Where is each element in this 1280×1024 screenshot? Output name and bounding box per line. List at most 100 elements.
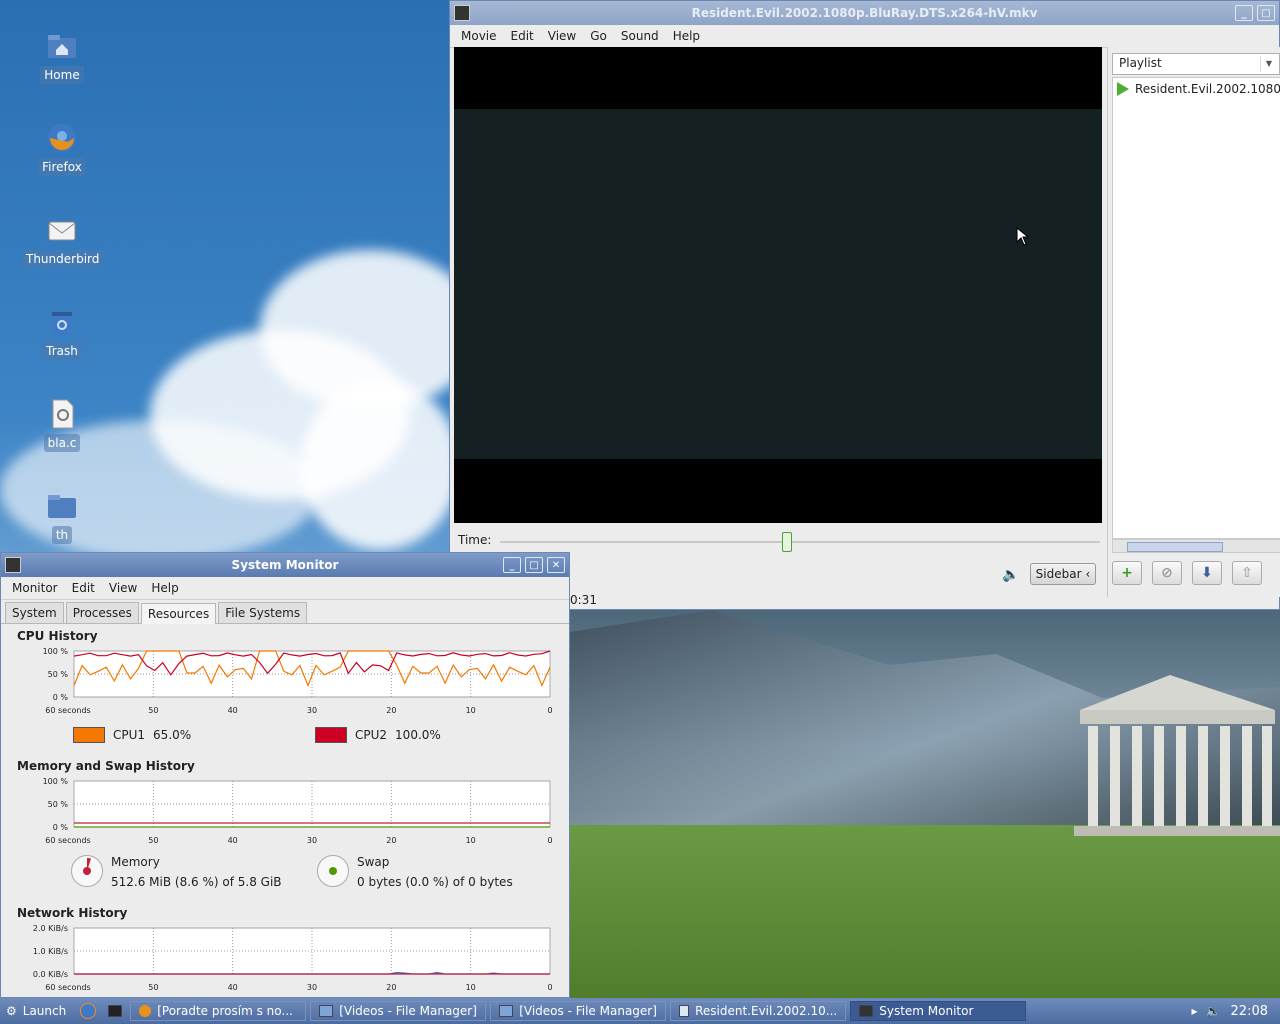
network-history-graph: 2.0 KiB/s 1.0 KiB/s 0.0 KiB/s 60 seconds 50 4… xyxy=(17,924,554,996)
menu-movie[interactable]: Movie xyxy=(454,29,504,43)
tab-system[interactable]: System xyxy=(5,602,64,623)
y-tick-label: 50 % xyxy=(48,670,69,679)
sidebar-select-value: Playlist xyxy=(1119,56,1162,70)
menu-go[interactable]: Go xyxy=(583,29,614,43)
cpu1-color-swatch[interactable] xyxy=(73,727,105,743)
y-tick-label: 0 % xyxy=(53,693,69,702)
temple-illustration xyxy=(1074,675,1280,836)
desktop-icon-trash[interactable]: Trash xyxy=(22,306,102,360)
launch-button[interactable]: ⚙ Launch xyxy=(0,1001,72,1021)
memory-history-title: Memory and Swap History xyxy=(17,759,195,773)
x-tick-label: 0 xyxy=(547,983,552,992)
add-icon[interactable]: + xyxy=(1112,561,1142,585)
remove-icon[interactable]: ⊘ xyxy=(1152,561,1182,585)
x-tick-label: 0 xyxy=(547,836,552,845)
desktop-icon-label: bla.c xyxy=(43,434,81,452)
swap-gauge-icon[interactable] xyxy=(317,855,349,887)
desktop-icon-thunderbird[interactable]: Thunderbird xyxy=(22,214,104,268)
maximize-button[interactable]: □ xyxy=(525,557,543,573)
minimize-button[interactable]: _ xyxy=(503,557,521,573)
cpu-history-title: CPU History xyxy=(17,629,98,643)
x-tick-label: 30 xyxy=(307,983,317,992)
memory-gauge-icon[interactable] xyxy=(71,855,103,887)
thunderbird-icon xyxy=(46,214,78,246)
firefox-icon xyxy=(80,1003,97,1019)
trash-icon xyxy=(46,306,78,338)
terminal-icon xyxy=(108,1005,123,1017)
desktop-icon-home[interactable]: Home xyxy=(22,30,102,84)
tab-resources[interactable]: Resources xyxy=(140,603,217,624)
cpu1-legend: CPU1 65.0% xyxy=(73,727,191,743)
quicklaunch-terminal[interactable] xyxy=(104,1001,126,1021)
desktop-icon-bla-c[interactable]: bla.c xyxy=(22,398,102,452)
playlist-sidebar: Playlist ▼ Resident.Evil.2002.1080p. + ⊘… xyxy=(1107,47,1280,597)
desktop-icon-th[interactable]: th xyxy=(22,490,102,544)
x-tick-label: 40 xyxy=(228,706,238,715)
desktop-icon-label: Firefox xyxy=(38,158,86,176)
sysmon-tabs: System Processes Resources File Systems xyxy=(1,600,569,624)
tab-processes[interactable]: Processes xyxy=(65,602,139,623)
taskbar-item[interactable]: [Poradte prosím s no... xyxy=(130,1001,307,1021)
folder-icon xyxy=(499,1005,514,1017)
menu-sound[interactable]: Sound xyxy=(614,29,666,43)
menu-help[interactable]: Help xyxy=(144,581,185,595)
video-area[interactable] xyxy=(454,47,1102,523)
playlist-scrollbar[interactable] xyxy=(1112,539,1280,553)
seek-handle[interactable] xyxy=(782,532,792,552)
sysmon-titlebar[interactable]: System Monitor _ □ ✕ xyxy=(1,553,569,577)
close-button[interactable]: ✕ xyxy=(547,557,565,573)
menu-monitor[interactable]: Monitor xyxy=(5,581,65,595)
cpu2-color-swatch[interactable] xyxy=(315,727,347,743)
x-tick-label: 30 xyxy=(307,706,317,715)
x-tick-label: 20 xyxy=(386,983,396,992)
save-icon[interactable]: ⬇ xyxy=(1192,561,1222,585)
seek-bar[interactable] xyxy=(500,541,1100,543)
menu-view[interactable]: View xyxy=(102,581,144,595)
player-titlebar[interactable]: Resident.Evil.2002.1080p.BluRay.DTS.x264… xyxy=(450,1,1279,25)
playlist-item[interactable]: Resident.Evil.2002.1080p. xyxy=(1113,78,1280,100)
desktop-icon-label: Home xyxy=(40,66,84,84)
quicklaunch-firefox[interactable] xyxy=(76,1001,100,1021)
scrollbar-thumb[interactable] xyxy=(1127,542,1223,552)
taskbar-item[interactable]: [Videos - File Manager] xyxy=(490,1001,667,1021)
sidebar-select[interactable]: Playlist ▼ xyxy=(1112,53,1280,75)
video-frame xyxy=(454,109,1102,459)
taskbar-item-label: [Videos - File Manager] xyxy=(519,1004,657,1018)
source-file-icon xyxy=(46,398,78,430)
playlist-item-label: Resident.Evil.2002.1080p. xyxy=(1135,82,1280,96)
sysmon-window-title: System Monitor xyxy=(231,558,339,572)
x-tick-label: 60 seconds xyxy=(45,706,90,715)
taskbar-item[interactable]: [Videos - File Manager] xyxy=(310,1001,487,1021)
maximize-button[interactable]: □ xyxy=(1257,5,1275,21)
minimize-button[interactable]: _ xyxy=(1235,5,1253,21)
y-tick-label: 2.0 KiB/s xyxy=(33,924,68,933)
menu-edit[interactable]: Edit xyxy=(504,29,541,43)
sysmon-app-icon xyxy=(5,557,21,573)
taskbar-item[interactable]: Resident.Evil.2002.10... xyxy=(670,1001,847,1021)
home-folder-icon xyxy=(46,30,78,62)
menu-help[interactable]: Help xyxy=(666,29,707,43)
sidebar-toggle-button[interactable]: Sidebar ‹ xyxy=(1030,563,1096,585)
taskbar-item-label: [Videos - File Manager] xyxy=(339,1004,477,1018)
memory-value: 512.6 MiB (8.6 %) of 5.8 GiB xyxy=(111,875,282,889)
x-tick-label: 40 xyxy=(228,983,238,992)
y-tick-label: 100 % xyxy=(43,647,69,656)
volume-icon[interactable]: 🔈 xyxy=(1002,567,1019,583)
move-up-icon[interactable]: ⇧ xyxy=(1232,561,1262,585)
volume-icon[interactable]: 🔈 xyxy=(1206,1004,1221,1018)
menu-view[interactable]: View xyxy=(541,29,583,43)
player-app-icon xyxy=(454,5,470,21)
sysmon-menubar: Monitor Edit View Help xyxy=(1,577,569,600)
x-tick-label: 10 xyxy=(466,836,476,845)
tab-file-systems[interactable]: File Systems xyxy=(218,602,308,623)
taskbar-item-label: [Poradte prosím s no... xyxy=(157,1004,293,1018)
firefox-icon xyxy=(46,122,78,154)
tray-arrow-icon[interactable]: ▸ xyxy=(1192,1004,1198,1018)
x-tick-label: 40 xyxy=(228,836,238,845)
taskbar-item-active[interactable]: System Monitor xyxy=(850,1001,1027,1021)
x-tick-label: 10 xyxy=(466,983,476,992)
desktop-icon-firefox[interactable]: Firefox xyxy=(22,122,102,176)
swap-label: Swap xyxy=(357,855,390,869)
mouse-cursor-icon xyxy=(1016,227,1030,246)
menu-edit[interactable]: Edit xyxy=(65,581,102,595)
